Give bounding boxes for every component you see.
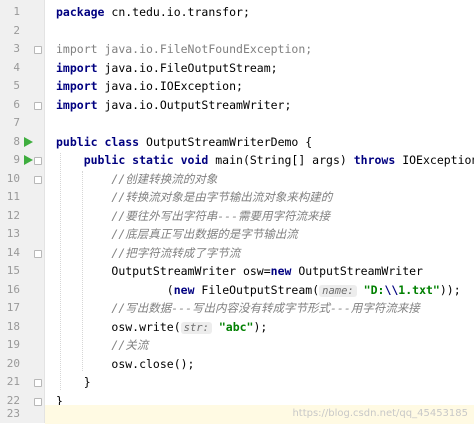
code-line-6[interactable]: 6 import java.io.OutputStreamWriter; — [0, 96, 474, 115]
fold-marker-icon[interactable] — [34, 249, 42, 258]
line-number[interactable]: 12 — [0, 207, 20, 226]
line-number[interactable]: 18 — [0, 318, 20, 337]
line-number[interactable]: 21 — [0, 373, 20, 392]
fold-marker-icon[interactable] — [34, 157, 42, 165]
variable-declaration: OutputStreamWriter osw= — [111, 264, 271, 278]
line-number[interactable]: 20 — [0, 355, 20, 374]
code-comment: //把字符流转成了字节流 — [111, 245, 241, 260]
code-line-15[interactable]: 15 OutputStreamWriter osw=new OutputStre… — [0, 262, 474, 281]
method-call: osw.close(); — [111, 356, 195, 371]
package-keyword: package — [56, 5, 105, 19]
line-number[interactable]: 3 — [0, 40, 20, 59]
line-number[interactable]: 10 — [0, 170, 20, 189]
code-comment: //创建转换流的对象 — [111, 171, 218, 186]
open-paren: ( — [166, 282, 174, 297]
line-number[interactable]: 23 — [0, 405, 20, 424]
line-number[interactable]: 4 — [0, 59, 20, 78]
escape-sequence: \\ — [384, 282, 399, 297]
code-line-7[interactable]: 7 — [0, 114, 474, 133]
import-unused: java.io.FileNotFoundException; — [97, 42, 313, 56]
import-keyword: import — [56, 97, 98, 112]
code-line-20[interactable]: 20 osw.close(); — [0, 355, 474, 374]
line-number[interactable]: 17 — [0, 299, 20, 318]
method-call: osw.write( — [111, 319, 181, 334]
line-number[interactable]: 16 — [0, 281, 20, 300]
line-number[interactable]: 19 — [0, 336, 20, 355]
string-literal-end: 1.txt" — [398, 282, 440, 297]
run-triangle-icon[interactable] — [24, 155, 33, 165]
code-comment: //底层真正写出数据的是字节输出流 — [111, 227, 298, 241]
code-comment: //写出数据---写出内容没有转成字节形式---用字符流来接 — [111, 301, 420, 315]
line-number[interactable]: 8 — [0, 133, 20, 152]
line-number[interactable]: 11 — [0, 188, 20, 207]
code-editor[interactable]: 1 package cn.tedu.io.transfor; 2 3 impor… — [0, 0, 474, 424]
constructor-call: OutputStreamWriter — [291, 264, 423, 278]
import-name: java.io.OutputStreamWriter; — [97, 97, 292, 112]
parameter-hint: name: — [319, 284, 357, 297]
line-number[interactable]: 2 — [0, 22, 20, 41]
import-keyword: import — [56, 79, 98, 93]
new-keyword: new — [270, 264, 292, 278]
line-number[interactable]: 14 — [0, 244, 20, 263]
line-number[interactable]: 7 — [0, 114, 20, 133]
code-comment: //关流 — [111, 338, 149, 352]
fold-marker-icon[interactable] — [34, 379, 42, 387]
fold-marker-icon[interactable] — [34, 175, 42, 184]
line-number[interactable]: 1 — [0, 3, 20, 22]
method-signature: main(String[] args) — [208, 153, 354, 167]
new-keyword: new — [173, 282, 195, 297]
class-keywords: public class — [56, 134, 140, 149]
package-name: cn.tedu.io.transfor; — [104, 5, 250, 19]
code-line-8[interactable]: 8 public class OutputStreamWriterDemo { — [0, 133, 474, 152]
code-line-1[interactable]: 1 package cn.tedu.io.transfor; — [0, 3, 474, 22]
code-line-14[interactable]: 14 //把字符流转成了字节流 — [0, 244, 474, 263]
code-line-17[interactable]: 17 //写出数据---写出内容没有转成字节形式---用字符流来接 — [0, 299, 474, 318]
code-line-9[interactable]: 9 public static void main(String[] args)… — [0, 151, 474, 170]
code-line-12[interactable]: 12 //要往外写出字符串---需要用字符流来接 — [0, 207, 474, 226]
code-line-5[interactable]: 5 import java.io.IOException; — [0, 77, 474, 96]
line-number[interactable]: 6 — [0, 96, 20, 115]
code-line-16[interactable]: 16 (new FileOutputStream(name: "D:\\1.tx… — [0, 281, 474, 300]
closing-parens: )); — [439, 282, 461, 297]
code-line-21[interactable]: 21 } — [0, 373, 474, 392]
line-number[interactable]: 13 — [0, 225, 20, 244]
import-keyword: import — [56, 42, 98, 56]
code-line-3[interactable]: 3 import java.io.FileNotFoundException; — [0, 40, 474, 59]
fold-marker-icon[interactable] — [34, 101, 42, 110]
import-name: java.io.IOException; — [97, 79, 243, 93]
statement-end: ); — [253, 319, 268, 334]
line-number[interactable]: 15 — [0, 262, 20, 281]
throws-keyword: throws — [353, 153, 396, 167]
import-keyword: import — [56, 60, 98, 75]
code-line-4[interactable]: 4 import java.io.FileOutputStream; — [0, 59, 474, 78]
code-line-13[interactable]: 13 //底层真正写出数据的是字节输出流 — [0, 225, 474, 244]
code-line-11[interactable]: 11 //转换流对象是由字节输出流对象来构建的 — [0, 188, 474, 207]
string-literal: "abc" — [211, 319, 254, 334]
code-line-18[interactable]: 18 osw.write(str: "abc"); — [0, 318, 474, 337]
code-line-2[interactable]: 2 — [0, 22, 474, 41]
line-number[interactable]: 9 — [0, 151, 20, 170]
run-triangle-icon[interactable] — [24, 136, 33, 147]
line-number[interactable]: 5 — [0, 77, 20, 96]
code-comment: //转换流对象是由字节输出流对象来构建的 — [111, 190, 333, 204]
method-modifiers: public static void — [83, 153, 209, 167]
exception-type: IOException { — [402, 153, 474, 167]
watermark: https://blog.csdn.net/qq_45453185 — [292, 408, 468, 419]
closing-brace: } — [83, 375, 91, 389]
fold-marker-icon[interactable] — [34, 46, 42, 54]
import-name: java.io.FileOutputStream; — [97, 60, 278, 75]
class-declaration: OutputStreamWriterDemo { — [139, 134, 313, 149]
constructor-call: FileOutputStream( — [194, 282, 320, 297]
code-line-10[interactable]: 10 //创建转换流的对象 — [0, 170, 474, 189]
string-literal-start: "D: — [356, 282, 385, 297]
code-comment: //要往外写出字符串---需要用字符流来接 — [111, 208, 331, 223]
parameter-hint: str: — [180, 321, 212, 334]
code-line-19[interactable]: 19 //关流 — [0, 336, 474, 355]
